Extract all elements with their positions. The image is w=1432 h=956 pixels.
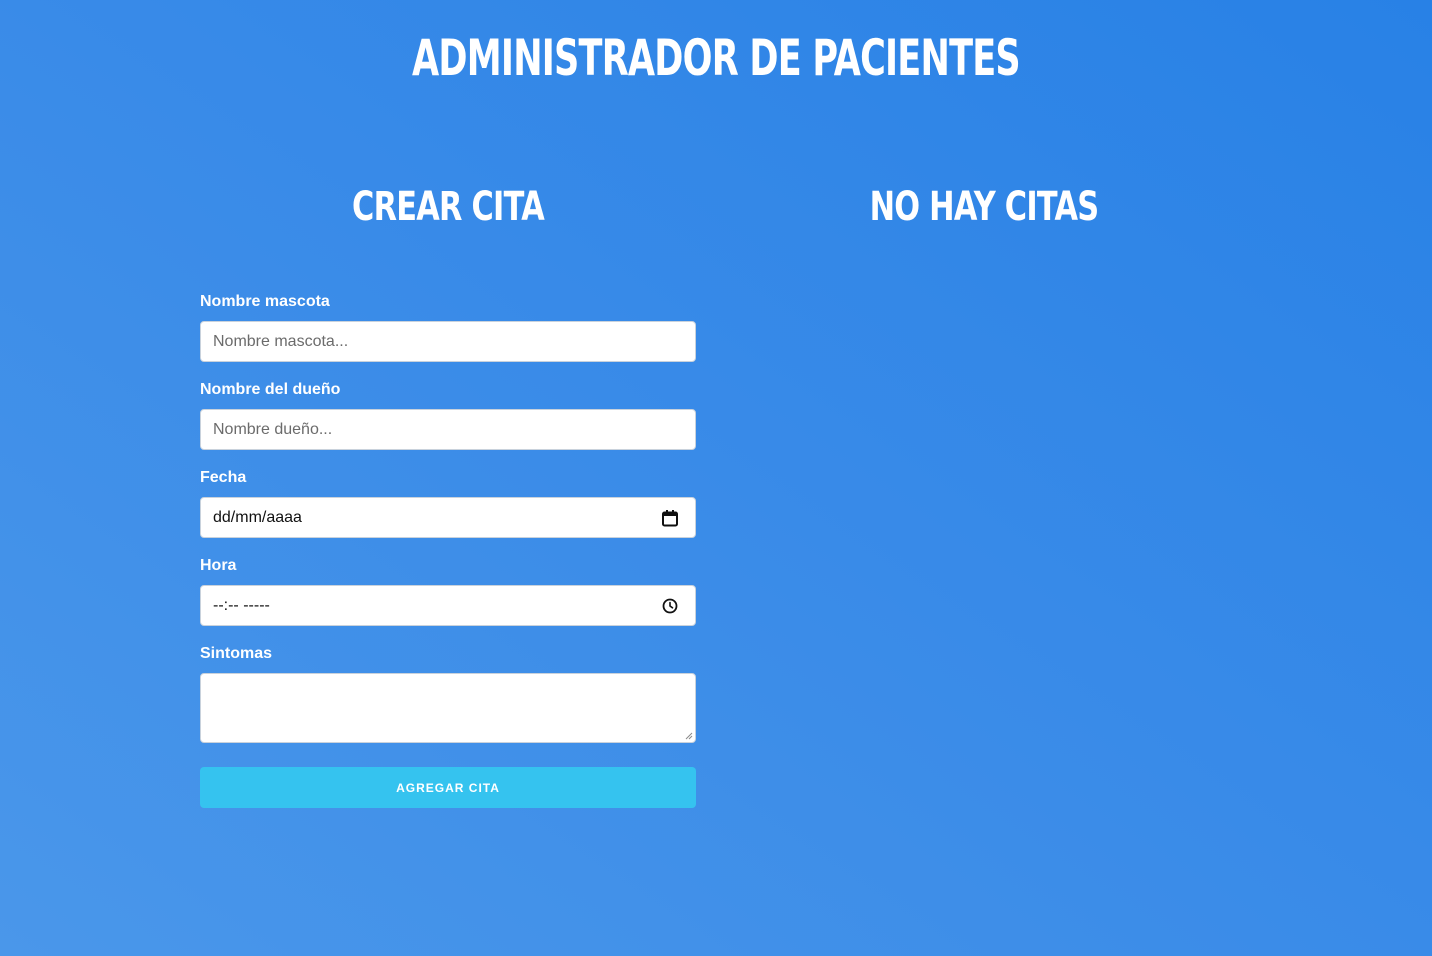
symptoms-textarea-box <box>200 673 696 743</box>
symptoms-label: Sintomas <box>200 645 273 662</box>
time-input[interactable]: --:-- ----- <box>200 585 696 626</box>
owner-name-field: Nombre del dueño <box>200 380 696 450</box>
form-section-title: Crear cita <box>352 184 545 230</box>
owner-name-input-box <box>200 409 696 450</box>
appointment-form: Nombre mascota Nombre del dueño Fecha dd… <box>200 292 696 808</box>
pet-name-input-box <box>200 321 696 362</box>
date-field: Fecha dd/mm/aaaa <box>200 468 696 538</box>
symptoms-field: Sintomas <box>200 644 696 743</box>
pet-name-label: Nombre mascota <box>200 293 330 310</box>
pet-name-field: Nombre mascota <box>200 292 696 362</box>
resize-handle-icon[interactable] <box>685 732 693 740</box>
owner-name-input[interactable] <box>201 410 695 449</box>
calendar-icon[interactable] <box>661 509 679 527</box>
owner-name-label: Nombre del dueño <box>200 381 341 398</box>
symptoms-textarea[interactable] <box>201 674 695 742</box>
time-input-value: --:-- ----- <box>213 597 270 614</box>
date-input-value: dd/mm/aaaa <box>213 509 302 526</box>
time-field: Hora --:-- ----- <box>200 556 696 626</box>
date-input[interactable]: dd/mm/aaaa <box>200 497 696 538</box>
page-title: Administrador de pacientes <box>412 29 1021 87</box>
clock-icon[interactable] <box>661 597 679 615</box>
appointments-section-title: No hay citas <box>869 184 1100 230</box>
add-appointment-button[interactable]: Agregar cita <box>200 767 696 808</box>
pet-name-input[interactable] <box>201 322 695 361</box>
date-label: Fecha <box>200 469 247 486</box>
time-label: Hora <box>200 557 237 574</box>
